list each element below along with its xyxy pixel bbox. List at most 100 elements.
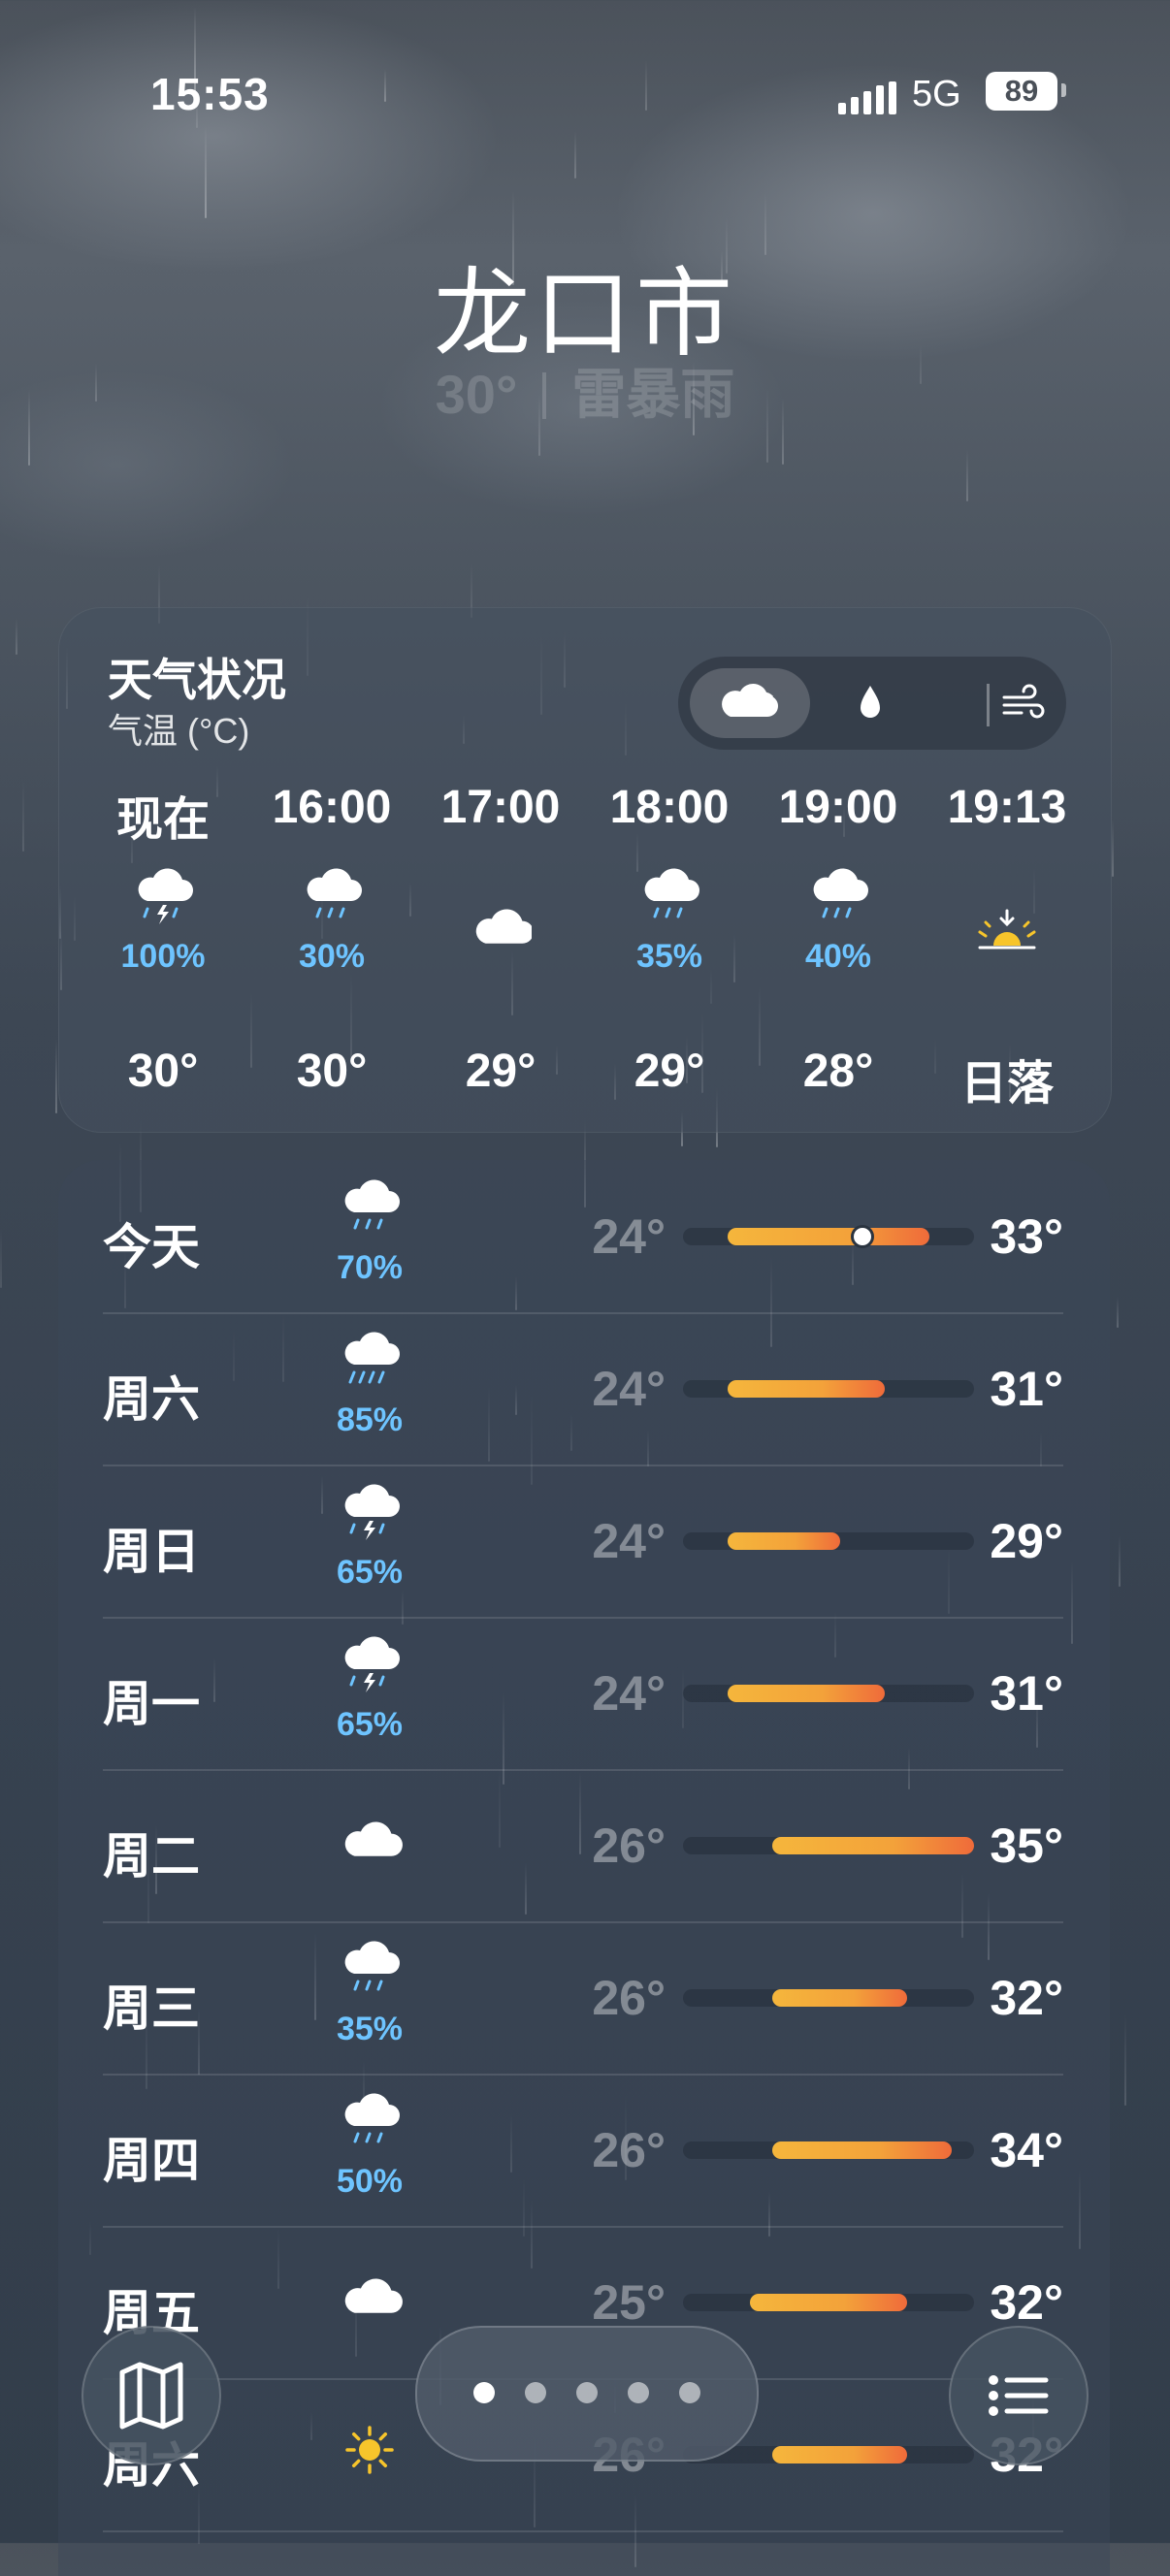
hour-label: 19:00 [778, 782, 898, 833]
heavy-rain-icon [344, 1332, 400, 1384]
hour-item: 19:13 日落 [923, 781, 1091, 1120]
map-button[interactable] [81, 2326, 221, 2465]
list-icon [989, 2375, 1049, 2416]
page-dot[interactable] [576, 2382, 598, 2403]
current-condition: 30° 雷暴雨 [0, 351, 1170, 430]
temp-range-track [683, 1380, 974, 1398]
cloud-icon [722, 683, 778, 717]
daily-row[interactable]: 今天 70% 24° 33° [103, 1160, 1063, 1314]
hour-precip: 40% [804, 938, 872, 975]
hour-item: 17:00 29° [416, 781, 585, 1120]
hour-label: 现在 [115, 794, 210, 846]
rain-icon [307, 868, 362, 918]
hour-temp: 29° [465, 1046, 536, 1097]
rain-icon [344, 1941, 400, 1991]
signal-icon [838, 81, 896, 114]
current-temp-marker [850, 1225, 874, 1248]
rain-icon [344, 2093, 400, 2143]
day-high: 32° [990, 2275, 1063, 2330]
battery-cap [1061, 83, 1066, 97]
thunderstorm-icon [344, 1636, 400, 1692]
day-name: 周日 [103, 1525, 200, 1579]
day-precip: 65% [336, 1706, 404, 1743]
hour-item: 19:00 40% 28° [754, 781, 923, 1120]
hour-precip: 30% [298, 938, 366, 975]
hour-icon-wrap [132, 868, 194, 930]
temp-range-track [683, 1989, 974, 2007]
temp-range-bar [750, 2294, 907, 2311]
page-indicator[interactable] [415, 2326, 759, 2462]
rain-icon [813, 868, 868, 918]
cloud-icon [344, 2278, 403, 2313]
page-dot[interactable] [628, 2382, 649, 2403]
page-dot-current[interactable] [473, 2382, 495, 2403]
temp-range-bar [772, 1837, 974, 1854]
daily-row[interactable]: 周二 26° 35° [103, 1769, 1063, 1923]
status-bar: 15:53 5G 89 [0, 68, 1170, 126]
day-low: 24° [592, 1666, 666, 1721]
day-icon-wrap [336, 1941, 404, 2003]
day-icon-wrap [336, 1332, 404, 1394]
daily-row[interactable]: 周六 85% 24° 31° [103, 1312, 1063, 1466]
card-subtitle: 气温 (°C) [108, 711, 250, 751]
hour-precip: 35% [635, 938, 703, 975]
hour-temp: 日落 [959, 1058, 1054, 1110]
temp-range-bar [772, 2141, 952, 2159]
hourly-list[interactable]: 现在 100% 30° 16:00 30% 30° 17:00 29° 18:0… [59, 781, 1111, 1120]
day-precip: 35% [336, 2011, 404, 2047]
day-high: 29° [990, 1514, 1063, 1568]
hour-label: 2 [1091, 781, 1111, 834]
day-icon-wrap [336, 2093, 404, 2155]
page-dot[interactable] [525, 2382, 546, 2403]
day-low: 25° [592, 2275, 666, 2330]
day-precip: 85% [336, 1401, 404, 1438]
drop-icon [861, 686, 880, 718]
hour-label: 17:00 [440, 782, 561, 833]
page-dot[interactable] [679, 2382, 700, 2403]
day-low: 26° [592, 1819, 666, 1873]
network-type: 5G [912, 74, 961, 114]
temp-range-track [683, 2294, 974, 2311]
day-high: 31° [990, 1362, 1063, 1416]
hour-temp: 28° [802, 1046, 874, 1097]
tab-conditions[interactable] [690, 668, 810, 738]
day-high: 35° [990, 1819, 1063, 1873]
day-high: 34° [990, 2123, 1063, 2177]
hour-icon-wrap [638, 868, 700, 930]
tab-divider [987, 684, 990, 726]
hourly-forecast-card: 天气状况 气温 (°C) 现在 100% 30° 16:00 30% 30° 1… [58, 607, 1112, 1133]
daily-row[interactable]: 周一 65% 24° 31° [103, 1617, 1063, 1771]
day-high: 33° [990, 1209, 1063, 1264]
temp-range-track [683, 2141, 974, 2159]
hour-icon-wrap [976, 897, 1038, 959]
rain-icon [344, 1179, 400, 1230]
day-name: 周六 [103, 1372, 200, 1427]
list-button[interactable] [949, 2326, 1089, 2465]
tab-precipitation[interactable] [841, 678, 899, 728]
temp-range-track [683, 1225, 974, 1248]
day-icon-wrap [336, 1810, 404, 1872]
temp-range-bar [728, 1532, 840, 1550]
day-low: 24° [592, 1209, 666, 1264]
day-precip: 65% [336, 1554, 404, 1591]
sunset-icon [978, 909, 1036, 950]
temp-range-bar [772, 2446, 907, 2463]
thunderstorm-icon [138, 868, 193, 924]
current-temperature: 30° [435, 364, 518, 425]
hour-temp: 30° [127, 1046, 199, 1097]
daily-row[interactable]: 周四 50% 26° 34° [103, 2074, 1063, 2228]
hour-temp: 30° [296, 1046, 368, 1097]
day-name: 周一 [103, 1677, 200, 1731]
day-name: 周二 [103, 1829, 200, 1884]
temp-range-bar [728, 1380, 885, 1398]
day-icon-wrap [336, 2267, 404, 2329]
hour-label: 19:13 [947, 782, 1067, 833]
tab-wind[interactable] [994, 678, 1053, 728]
condition-divider [542, 372, 547, 419]
wind-icon [1002, 684, 1045, 719]
daily-row[interactable]: 周日 65% 24° 29° [103, 1465, 1063, 1619]
day-icon-wrap [336, 1636, 404, 1698]
hour-icon-wrap [470, 897, 534, 959]
daily-row[interactable]: 周三 35% 26° 32° [103, 1921, 1063, 2076]
day-low: 24° [592, 1362, 666, 1416]
